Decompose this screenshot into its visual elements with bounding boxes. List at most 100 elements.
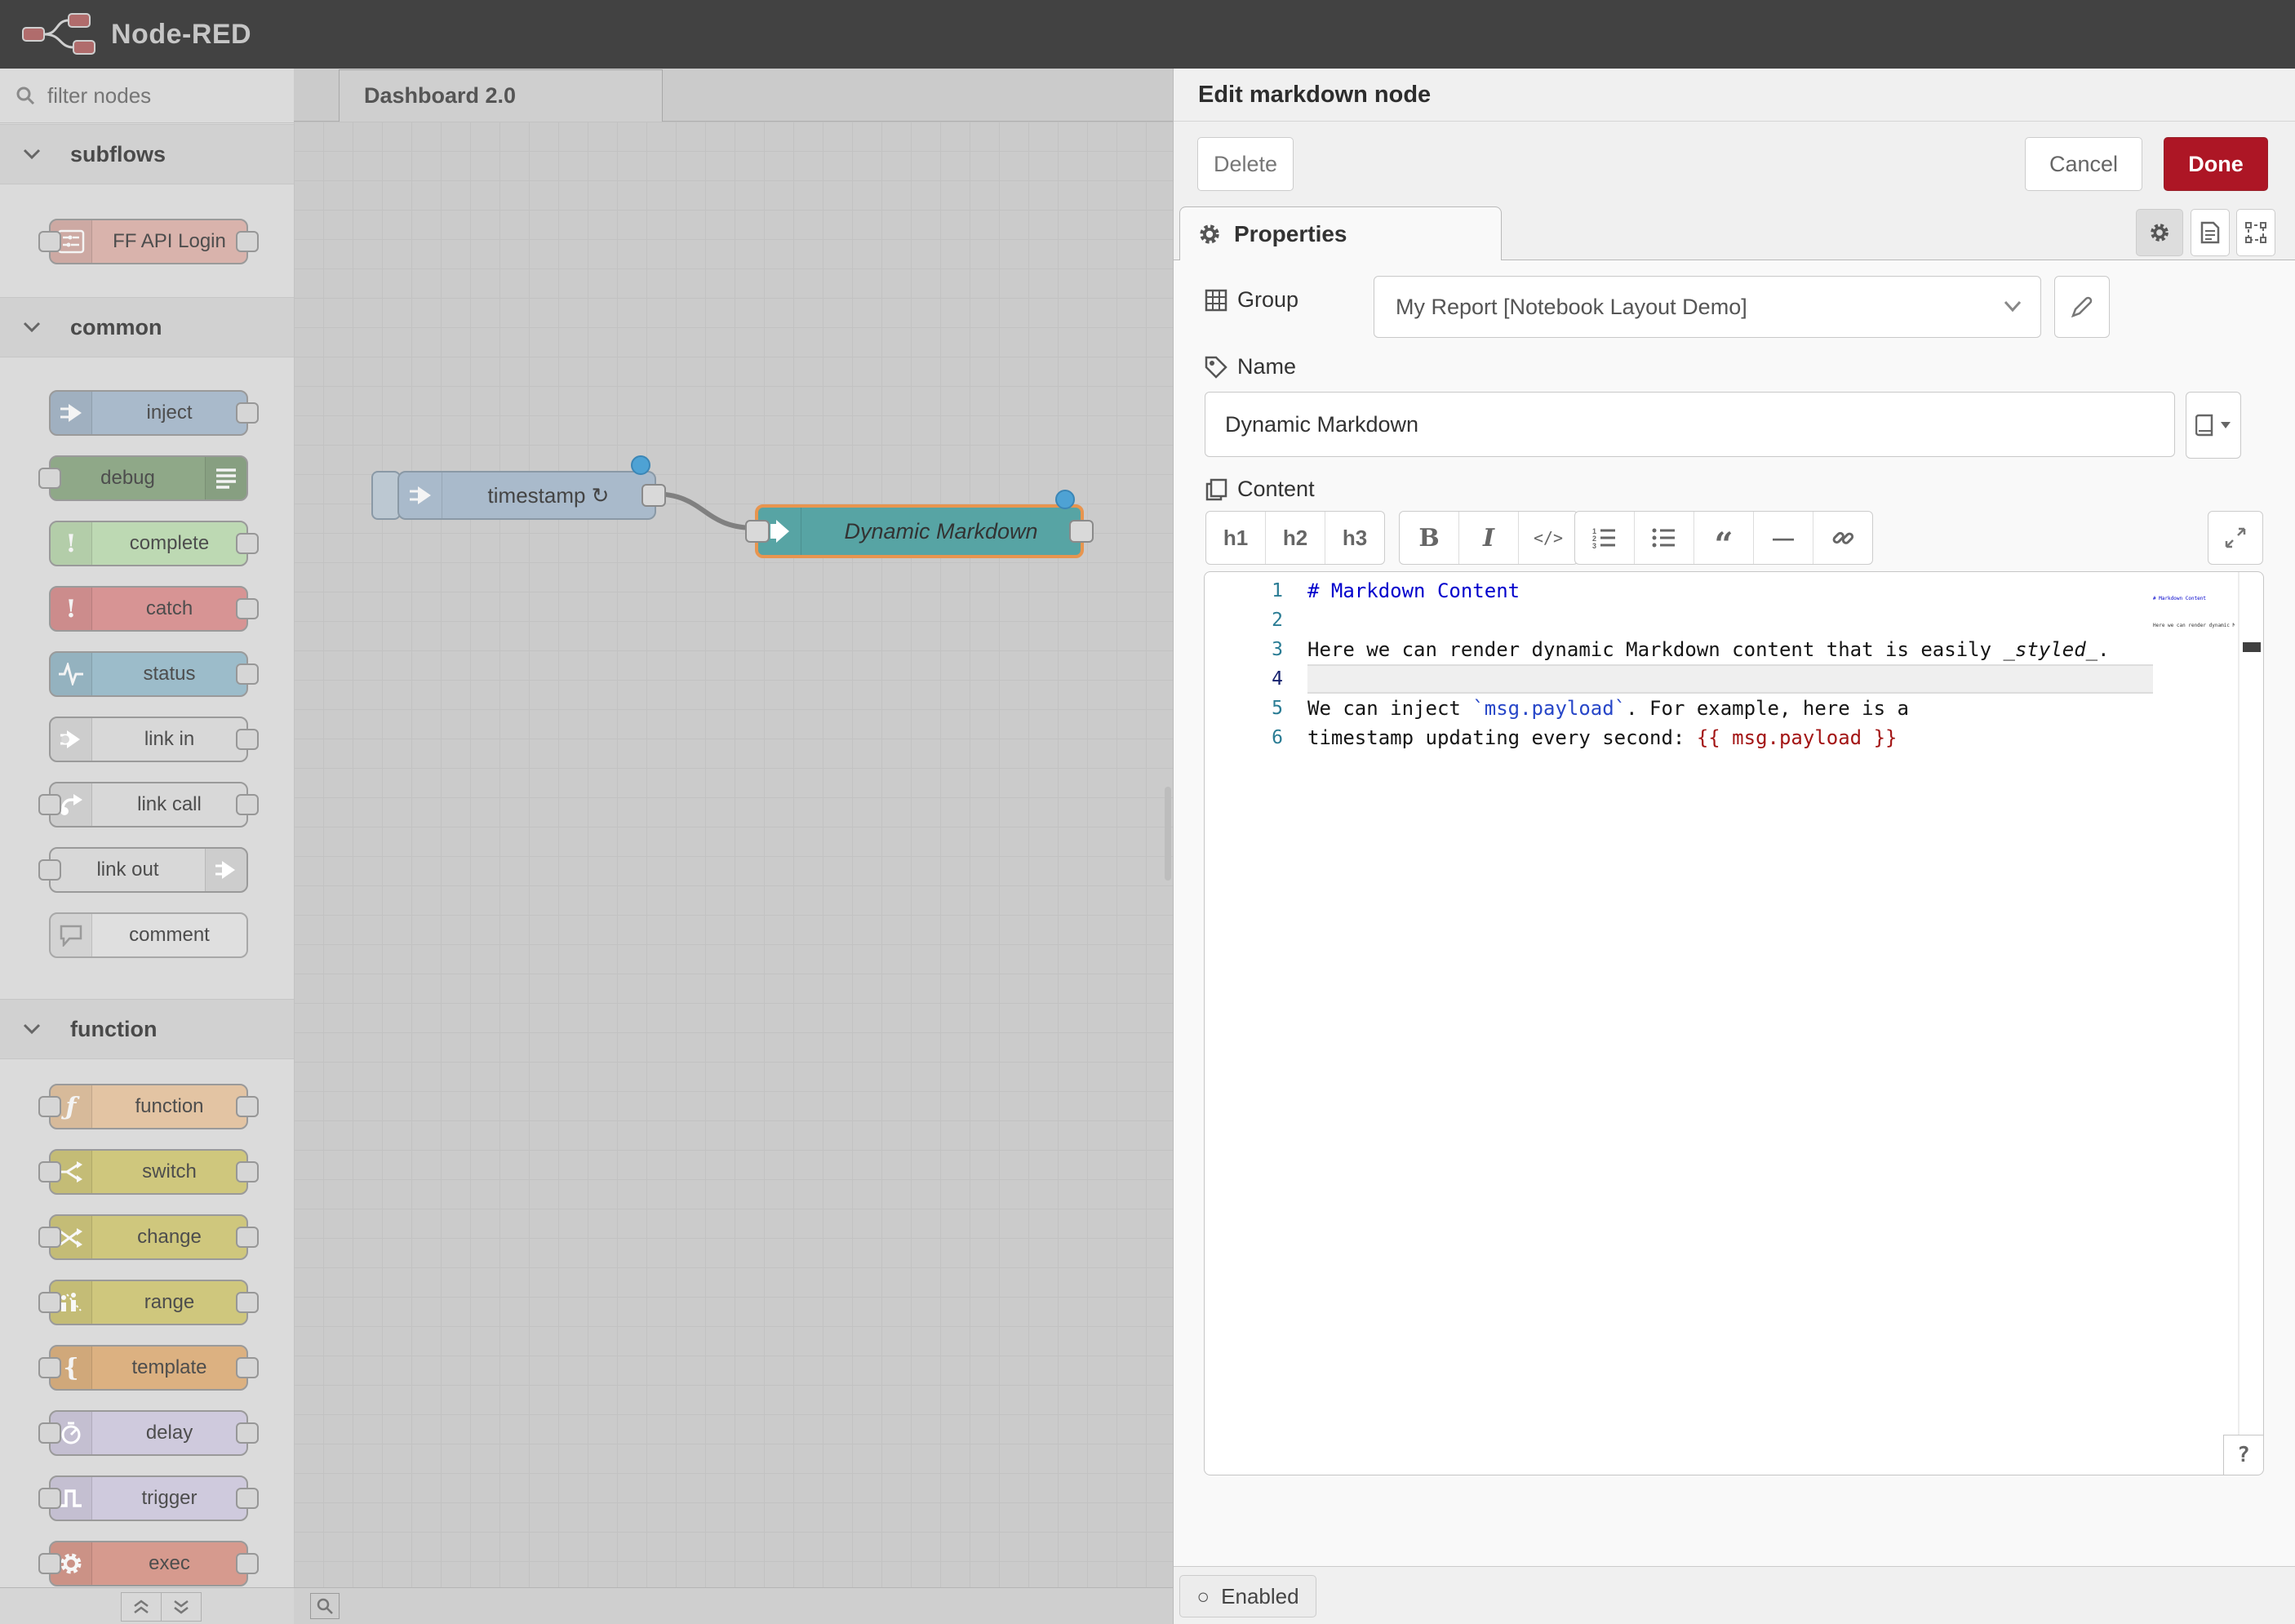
appearance-icon-button[interactable] [2236,209,2275,256]
cancel-button[interactable]: Cancel [2025,137,2142,191]
tray-header: Edit markdown node [1174,69,2295,122]
node-changed-dot [631,455,650,475]
node-port [236,1488,259,1509]
h2-button[interactable]: h2 [1266,512,1325,564]
node-port [38,1357,61,1378]
expand-editor-button[interactable] [2208,511,2263,565]
group-grid-icon [1205,289,1227,312]
palette-node-range[interactable]: range [49,1280,248,1325]
input-port[interactable] [745,520,770,543]
expand-all-button[interactable] [161,1592,202,1622]
code-button[interactable]: </> [1519,512,1578,564]
h1-button[interactable]: h1 [1206,512,1266,564]
exclamation-icon: ! [51,522,92,565]
palette-node-ff-api-login[interactable]: FF API Login [49,219,248,264]
collapse-all-button[interactable] [121,1592,162,1622]
editor-minimap: # Markdown Content Here we can render dy… [2153,576,2235,650]
object-group-icon [2245,222,2266,243]
node-port [38,794,61,815]
palette-filter-input[interactable] [46,82,269,109]
link-button[interactable] [1813,512,1872,564]
horizontal-rule-button[interactable]: — [1754,512,1813,564]
palette-search[interactable] [0,69,294,123]
link-out-icon [205,849,246,891]
palette-node-debug[interactable]: debug [49,455,248,501]
inject-arrow-icon [399,473,442,518]
description-icon-button[interactable] [2191,209,2230,256]
quote-button[interactable]: “ [1694,512,1754,564]
node-port [236,729,259,750]
exclamation-icon: ! [51,588,92,630]
palette-node-status[interactable]: status [49,651,248,697]
content-label-row: Content [1205,477,1315,502]
unordered-list-button[interactable] [1635,512,1694,564]
editor-line: 3 Here we can render dynamic Markdown co… [1205,635,2263,664]
palette-category-function[interactable]: function [0,999,294,1059]
node-port [236,533,259,554]
heading-button-group: h1 h2 h3 [1205,511,1385,565]
book-icon [2195,414,2215,437]
properties-icon-button[interactable] [2136,209,2183,256]
node-port [236,1422,259,1444]
canvas-node-timestamp[interactable]: timestamp ↻ [397,471,656,520]
chevron-down-icon [23,149,41,160]
node-enabled-toggle[interactable]: ○ Enabled [1179,1575,1316,1617]
comment-bubble-icon [51,914,92,956]
edit-tray: Edit markdown node Delete Cancel Done Pr… [1173,69,2295,1624]
markdown-code-editor[interactable]: 1 # Markdown Content 2 3 Here we can ren… [1204,571,2264,1475]
wire [294,69,1173,1624]
palette-node-template[interactable]: { template [49,1345,248,1391]
palette-node-link-out[interactable]: link out [49,847,248,893]
node-changed-dot [1055,490,1075,509]
editor-line-current: 4 [1205,664,2263,694]
inject-button[interactable] [371,471,401,520]
chevron-down-icon [23,1023,41,1035]
edit-group-button[interactable] [2054,276,2110,338]
caret-down-icon [2220,421,2231,429]
editor-help-button[interactable]: ? [2223,1435,2263,1475]
node-port [38,1422,61,1444]
format-button-group: B I </> [1399,511,1578,565]
tray-footer: ○ Enabled [1174,1566,2295,1624]
ordered-list-button[interactable]: 123 [1575,512,1635,564]
node-port [38,859,61,881]
output-port[interactable] [1069,520,1094,543]
node-port [236,1553,259,1574]
palette-node-link-call[interactable]: link call [49,782,248,828]
node-port [38,1227,61,1248]
canvas-node-dynamic-markdown[interactable]: Dynamic Markdown [755,504,1084,558]
bold-button[interactable]: B [1400,512,1459,564]
output-port[interactable] [641,484,666,507]
palette-node-link-in[interactable]: link in [49,717,248,762]
delete-button[interactable]: Delete [1197,137,1294,191]
italic-button[interactable]: I [1459,512,1519,564]
palette-footer [0,1587,294,1624]
palette-node-complete[interactable]: ! complete [49,521,248,566]
palette-category-subflows[interactable]: subflows [0,124,294,184]
palette-node-function[interactable]: ƒ function [49,1084,248,1129]
node-port [236,1292,259,1313]
flow-canvas[interactable]: Dashboard 2.0 timestamp ↻ Dynamic Markdo… [294,69,1173,1624]
group-select[interactable]: My Report [Notebook Layout Demo] [1374,276,2041,338]
status-pulse-icon [51,653,92,695]
palette-node-comment[interactable]: comment [49,912,248,958]
palette-node-inject[interactable]: inject [49,390,248,436]
h3-button[interactable]: h3 [1325,512,1384,564]
editor-line: 1 # Markdown Content [1205,576,2263,606]
palette-category-common[interactable]: common [0,297,294,357]
done-button[interactable]: Done [2164,137,2268,191]
name-input[interactable] [1205,392,2175,457]
scrollbar-track-border [2238,572,2240,1475]
palette-node-trigger[interactable]: trigger [49,1475,248,1521]
palette-node-delay[interactable]: delay [49,1410,248,1456]
palette-node-change[interactable]: change [49,1214,248,1260]
node-port [38,1553,61,1574]
palette-node-catch[interactable]: ! catch [49,586,248,632]
label-type-button[interactable] [2186,392,2241,459]
tag-icon [1205,356,1227,379]
node-port [236,794,259,815]
tab-properties[interactable]: Properties [1179,206,1502,260]
palette-node-exec[interactable]: exec [49,1541,248,1586]
palette-sidebar: subflows FF API Login common inject debu… [0,69,295,1624]
palette-node-switch[interactable]: switch [49,1149,248,1195]
